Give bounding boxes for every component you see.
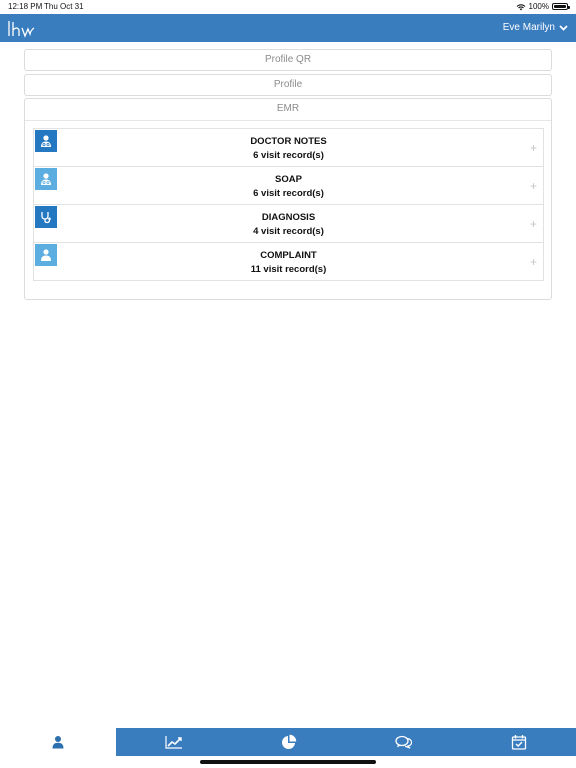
section-emr-header[interactable]: EMR [25,99,551,121]
record-count: 6 visit record(s) [253,150,324,161]
emr-record-complaint[interactable]: COMPLAINT 11 visit record(s) + [33,243,544,281]
section-profile-qr[interactable]: Profile QR [24,49,552,71]
record-title: SOAP [275,174,302,185]
expand-plus-icon[interactable]: + [530,256,537,268]
app-header: Eve Marilyn [0,14,576,42]
section-emr-label: EMR [276,103,300,114]
person-icon [52,736,64,749]
record-count: 11 visit record(s) [250,264,327,275]
record-count: 4 visit record(s) [253,226,324,237]
calendar-check-icon [511,735,526,750]
tab-trends[interactable] [116,728,231,756]
emr-record-diagnosis[interactable]: DIAGNOSIS 4 visit record(s) + [33,205,544,243]
expand-plus-icon[interactable]: + [530,218,537,230]
status-bar: 12:18 PM Thu Oct 31 100% [0,0,576,14]
status-right: 100% [516,2,570,11]
record-count: 6 visit record(s) [253,188,324,199]
emr-record-list: DOCTOR NOTES 6 visit record(s) + SOAP 6 … [33,128,544,281]
section-profile-qr-label: Profile QR [264,54,312,65]
status-date: Thu Oct 31 [44,2,84,11]
emr-record-soap[interactable]: SOAP 6 visit record(s) + [33,167,544,205]
app-logo-icon [8,21,35,38]
emr-record-doctor-notes[interactable]: DOCTOR NOTES 6 visit record(s) + [33,129,544,167]
tab-appointments[interactable] [461,728,576,756]
tab-profile[interactable] [0,728,116,756]
status-time: 12:18 PM [8,2,43,11]
record-title: DOCTOR NOTES [250,136,327,147]
chevron-down-icon [559,24,568,31]
section-profile[interactable]: Profile [24,74,552,96]
line-chart-icon [164,736,182,749]
user-menu[interactable]: Eve Marilyn [503,22,568,33]
home-indicator[interactable] [200,760,376,764]
battery-percent: 100% [528,2,549,11]
bottom-tab-bar [0,728,576,756]
pie-chart-icon [281,734,296,749]
user-name: Eve Marilyn [502,22,555,33]
battery-icon [552,3,570,10]
section-emr: EMR DOCTOR NOTES 6 visit record(s) + SOA… [24,98,552,300]
record-title: COMPLAINT [260,250,317,261]
record-title: DIAGNOSIS [261,212,316,223]
tab-reports[interactable] [231,728,346,756]
expand-plus-icon[interactable]: + [530,142,537,154]
wifi-icon [516,3,525,10]
section-profile-label: Profile [273,79,303,90]
expand-plus-icon[interactable]: + [530,180,537,192]
tab-messages[interactable] [346,728,461,756]
chat-bubbles-icon [394,735,412,749]
